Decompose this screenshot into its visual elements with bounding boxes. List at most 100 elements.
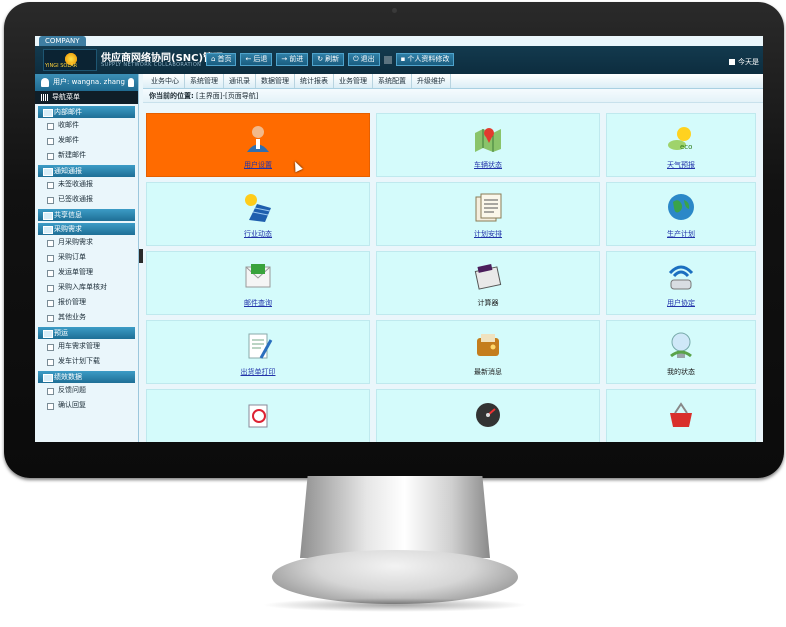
nav-button-0[interactable]: ⌂ 首页 bbox=[206, 53, 237, 66]
function-tile[interactable]: 计划安排 bbox=[376, 182, 600, 246]
map-pin-icon bbox=[473, 123, 503, 153]
solar-panel-icon-svg bbox=[245, 194, 271, 222]
nav-button-1[interactable]: ← 后退 bbox=[240, 53, 273, 66]
module-tab[interactable]: 业务中心 bbox=[146, 74, 185, 88]
sidebar-item[interactable]: 用车需求管理 bbox=[38, 339, 135, 354]
sidebar-item[interactable]: 收邮件 bbox=[38, 118, 135, 133]
company-logo: YINGI SOLAR bbox=[43, 49, 97, 71]
refresh-icon: ↻ bbox=[317, 55, 324, 63]
weather-icon-svg: eco bbox=[668, 127, 692, 151]
nav-menu-title: 导航菜单 bbox=[35, 91, 138, 104]
weather-icon: eco bbox=[666, 123, 696, 153]
function-tile[interactable]: 最新消息 bbox=[376, 320, 600, 384]
sidebar-item[interactable]: 采购入库单核对 bbox=[38, 280, 135, 295]
forward-arrow-icon: → bbox=[281, 55, 288, 63]
sidebar-item[interactable]: 反馈问题 bbox=[38, 383, 135, 398]
stand-shadow bbox=[262, 598, 528, 612]
monitor-stand-neck bbox=[300, 476, 490, 558]
speedometer-icon bbox=[473, 399, 503, 429]
main-content: 业务中心 系统管理 通讯录 数据管理 统计报表 业务管理 系统配置 升级维护 你当前的位置: … bbox=[143, 74, 763, 442]
sidebar-item[interactable]: 采购订单 bbox=[38, 250, 135, 265]
module-tab[interactable]: 升级维护 bbox=[412, 74, 451, 88]
speedometer-icon-svg bbox=[476, 403, 500, 427]
function-tile[interactable]: 行业动态 bbox=[146, 182, 370, 246]
sidebar-section-header[interactable]: 采购需求 bbox=[38, 223, 135, 235]
sidebar-section-header[interactable]: 通知通报 bbox=[38, 165, 135, 177]
sidebar-item[interactable]: 发邮件 bbox=[38, 133, 135, 148]
function-tile-label[interactable]: 车辆状态 bbox=[377, 160, 599, 170]
sidebar-item[interactable]: 未签收通报 bbox=[38, 177, 135, 192]
function-tile[interactable]: 车辆状态 bbox=[376, 113, 600, 177]
monitor-bezel: COMPANY YINGI SOLAR 供应商网络协同(SNC)管理 SUPPL… bbox=[4, 2, 784, 478]
nav-button-5[interactable]: ▪ 个人资料修改 bbox=[395, 53, 455, 66]
user-settings-icon bbox=[243, 123, 273, 153]
sidebar-item[interactable]: 确认回复 bbox=[38, 398, 135, 413]
lightbulb-icon-svg bbox=[670, 332, 692, 358]
sidebar-section-header[interactable]: 绩效数据 bbox=[38, 371, 135, 383]
sidebar-item[interactable]: 月采购需求 bbox=[38, 235, 135, 250]
mail-icon-svg bbox=[245, 264, 271, 288]
function-tile[interactable]: 我的状态 bbox=[606, 320, 756, 384]
today-label: 今天是 bbox=[738, 58, 759, 66]
function-tile[interactable] bbox=[146, 389, 370, 442]
sidebar-item[interactable]: 发运单管理 bbox=[38, 265, 135, 280]
function-tile[interactable]: 用户协定 bbox=[606, 251, 756, 315]
sidebar-item[interactable]: 发车计划下载 bbox=[38, 354, 135, 369]
sidebar-item[interactable]: 其他业务 bbox=[38, 310, 135, 325]
function-tile[interactable]: 出货单打印 bbox=[146, 320, 370, 384]
sidebar-section-header[interactable]: 内部邮件 bbox=[38, 106, 135, 118]
sidebar-section-header[interactable]: 预运 bbox=[38, 327, 135, 339]
map-pin-icon-svg bbox=[475, 128, 501, 152]
function-tile-label[interactable]: 出货单打印 bbox=[147, 367, 369, 377]
nav-button-label: 后退 bbox=[253, 55, 268, 63]
module-tab[interactable]: 通讯录 bbox=[224, 74, 256, 88]
module-tabbar: 业务中心 系统管理 通讯录 数据管理 统计报表 业务管理 系统配置 升级维护 bbox=[143, 74, 763, 89]
nav-button-3[interactable]: ↻ 刷新 bbox=[312, 53, 345, 66]
user-icon bbox=[41, 78, 49, 87]
company-tab: COMPANY bbox=[39, 36, 86, 46]
module-tab[interactable]: 数据管理 bbox=[256, 74, 295, 88]
function-tile-label[interactable]: 邮件查询 bbox=[147, 298, 369, 308]
function-tile[interactable]: eco 天气预报 bbox=[606, 113, 756, 177]
function-tile-label[interactable]: 计划安排 bbox=[377, 229, 599, 239]
app-header: YINGI SOLAR 供应商网络协同(SNC)管理 SUPPLY NETWOR… bbox=[35, 46, 763, 74]
lightbulb-icon bbox=[666, 330, 696, 360]
function-tile[interactable] bbox=[606, 389, 756, 442]
back-arrow-icon: ← bbox=[245, 55, 252, 63]
user-bar: 用户: wangna. zhang bbox=[35, 74, 138, 91]
function-tile-label[interactable]: 天气预报 bbox=[607, 160, 755, 170]
sidebar-item[interactable]: 新建邮件 bbox=[38, 148, 135, 163]
function-tile-label[interactable]: 行业动态 bbox=[147, 229, 369, 239]
user-settings-icon-svg bbox=[247, 126, 269, 152]
function-tile-label: 我的状态 bbox=[667, 368, 695, 376]
globe-icon-svg bbox=[668, 194, 694, 220]
function-tile-label[interactable]: 用户协定 bbox=[607, 298, 755, 308]
wallet-icon-svg bbox=[477, 334, 499, 356]
function-tile-label[interactable]: 用户设置 bbox=[147, 160, 369, 170]
nav-button-2[interactable]: → 前进 bbox=[276, 53, 309, 66]
function-tile[interactable]: 用户设置 bbox=[146, 113, 370, 177]
user-status-icon bbox=[128, 78, 134, 87]
module-tab[interactable]: 系统配置 bbox=[373, 74, 412, 88]
function-tile[interactable]: 邮件查询 bbox=[146, 251, 370, 315]
sidebar-item[interactable]: 报价管理 bbox=[38, 295, 135, 310]
function-tile[interactable]: 生产计划 bbox=[606, 182, 756, 246]
module-tab[interactable]: 业务管理 bbox=[334, 74, 373, 88]
clipboard-icon-svg bbox=[248, 333, 273, 359]
wallet-icon bbox=[473, 330, 503, 360]
sidebar-item[interactable]: 已签收通报 bbox=[38, 192, 135, 207]
breadcrumb-path: [主界面]-[页面导航] bbox=[196, 92, 259, 100]
function-tile[interactable]: 计算器 bbox=[376, 251, 600, 315]
module-tab[interactable]: 统计报表 bbox=[295, 74, 334, 88]
nav-button-4[interactable]: ⏻ 退出 bbox=[348, 53, 380, 66]
function-tile-label: 最新消息 bbox=[474, 368, 502, 376]
home-icon: ⌂ bbox=[211, 55, 216, 63]
system-subtitle: SUPPLY NETWORK COLLABORATION bbox=[101, 62, 202, 68]
function-tile[interactable] bbox=[376, 389, 600, 442]
sidebar-section-header[interactable]: 共享信息 bbox=[38, 209, 135, 221]
module-tab[interactable]: 系统管理 bbox=[185, 74, 224, 88]
nav-button-label: 首页 bbox=[217, 55, 232, 63]
newspaper-icon bbox=[473, 192, 503, 222]
function-tile-label[interactable]: 生产计划 bbox=[607, 229, 755, 239]
mail-icon bbox=[243, 261, 273, 291]
